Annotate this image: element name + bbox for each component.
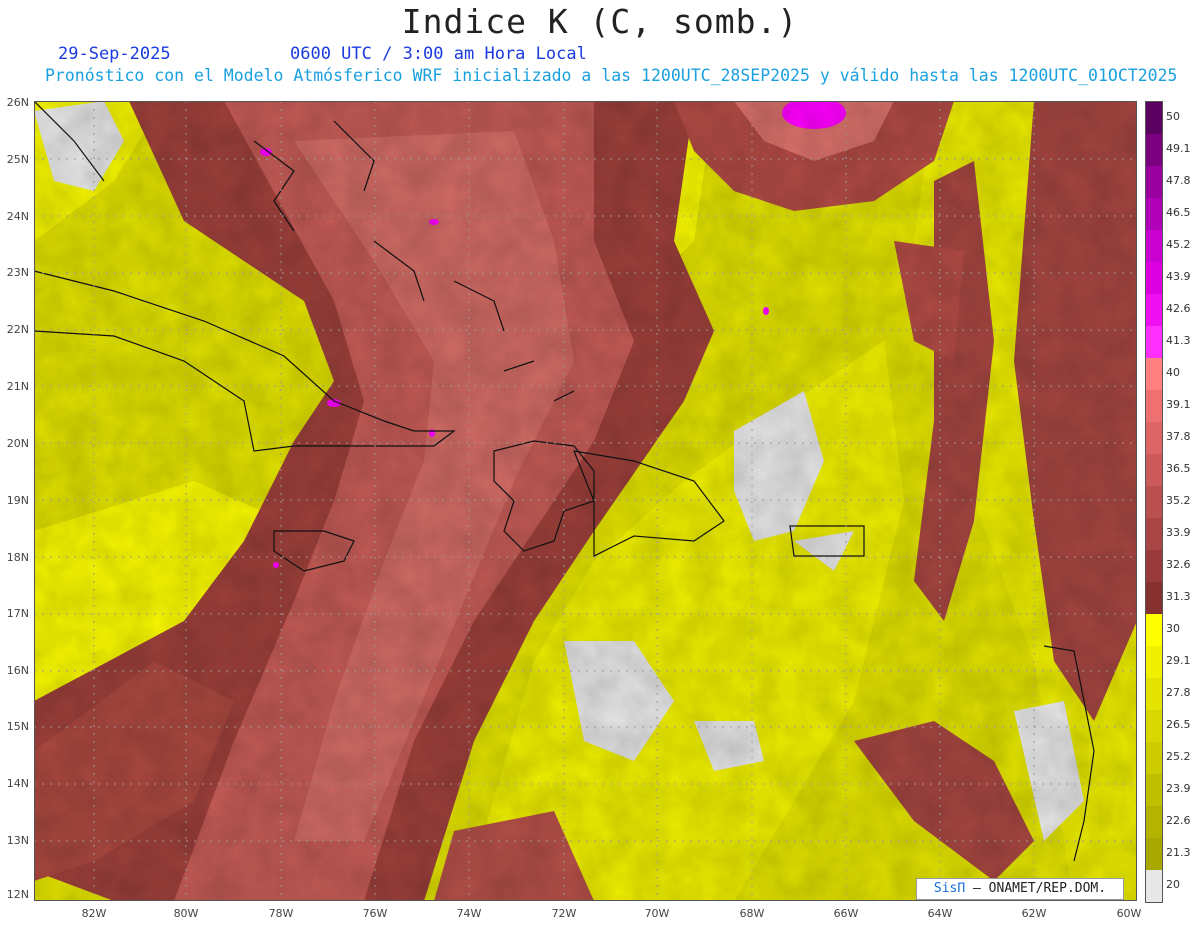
lat-label: 13N	[6, 834, 29, 847]
colorbar-swatch	[1146, 326, 1162, 358]
colorbar-swatch	[1146, 262, 1162, 294]
credit-text: – ONAMET/REP.DOM.	[973, 881, 1107, 896]
colorbar-swatch	[1146, 870, 1162, 902]
colorbar-label: 37.8	[1166, 430, 1191, 443]
colorbar-label: 30	[1166, 622, 1180, 635]
colorbar-label: 22.6	[1166, 814, 1191, 827]
lat-label: 23N	[6, 266, 29, 279]
colorbar-swatch	[1146, 390, 1162, 422]
colorbar-swatch	[1146, 806, 1162, 838]
lon-label: 72W	[551, 907, 577, 920]
colorbar-label: 23.9	[1166, 782, 1191, 795]
colorbar-label: 33.9	[1166, 526, 1191, 539]
colorbar-label: 47.8	[1166, 174, 1191, 187]
lon-label: 74W	[456, 907, 482, 920]
colorbar-swatch	[1146, 102, 1162, 134]
colorbar-swatch	[1146, 166, 1162, 198]
lat-label: 19N	[6, 494, 29, 507]
colorbar-label: 49.1	[1166, 142, 1191, 155]
credit-box: SisΠ – ONAMET/REP.DOM.	[916, 878, 1124, 900]
map-title: Indice K (C, somb.)	[401, 2, 799, 41]
colorbar-swatch	[1146, 486, 1162, 518]
colorbar-swatch	[1146, 582, 1162, 614]
colorbar-label: 20	[1166, 878, 1180, 891]
colorbar-swatch	[1146, 774, 1162, 806]
lat-label: 17N	[6, 607, 29, 620]
colorbar-swatch	[1146, 710, 1162, 742]
lon-label: 66W	[833, 907, 859, 920]
lon-label: 62W	[1021, 907, 1047, 920]
colorbar-swatch	[1146, 646, 1162, 678]
colorbar-label: 40	[1166, 366, 1180, 379]
lat-label: 18N	[6, 551, 29, 564]
lat-label: 25N	[6, 153, 29, 166]
colorbar-label: 41.3	[1166, 334, 1191, 347]
colorbar-label: 25.2	[1166, 750, 1191, 763]
colorbar-swatch	[1146, 678, 1162, 710]
lon-label: 76W	[362, 907, 388, 920]
lon-label: 68W	[739, 907, 765, 920]
lon-label: 70W	[644, 907, 670, 920]
colorbar-label: 42.6	[1166, 302, 1191, 315]
colorbar-swatch	[1146, 518, 1162, 550]
valid-time: 0600 UTC / 3:00 am Hora Local	[290, 44, 587, 64]
colorbar-swatch	[1146, 358, 1162, 390]
lat-label: 22N	[6, 323, 29, 336]
colorbar	[1145, 101, 1163, 903]
lon-label: 80W	[173, 907, 199, 920]
lon-label: 60W	[1116, 907, 1142, 920]
colorbar-swatch	[1146, 742, 1162, 774]
forecast-date: 29-Sep-2025	[58, 44, 171, 64]
lat-label: 16N	[6, 664, 29, 677]
colorbar-label: 39.1	[1166, 398, 1191, 411]
lat-label: 26N	[6, 96, 29, 109]
colorbar-label: 27.8	[1166, 686, 1191, 699]
colorbar-swatch	[1146, 614, 1162, 646]
colorbar-label: 36.5	[1166, 462, 1191, 475]
model-description: Pronóstico con el Modelo Atmósferico WRF…	[45, 66, 1178, 85]
colorbar-label: 29.1	[1166, 654, 1191, 667]
colorbar-label: 50	[1166, 110, 1180, 123]
colorbar-label: 26.5	[1166, 718, 1191, 731]
colorbar-swatch	[1146, 838, 1162, 870]
k-index-map	[34, 101, 1137, 901]
colorbar-label: 35.2	[1166, 494, 1191, 507]
colorbar-swatch	[1146, 230, 1162, 262]
texture-layer	[34, 101, 1137, 901]
colorbar-swatch	[1146, 294, 1162, 326]
lon-label: 64W	[927, 907, 953, 920]
colorbar-label: 32.6	[1166, 558, 1191, 571]
colorbar-swatch	[1146, 550, 1162, 582]
colorbar-swatch	[1146, 454, 1162, 486]
colorbar-label: 46.5	[1166, 206, 1191, 219]
colorbar-label: 45.2	[1166, 238, 1191, 251]
colorbar-swatch	[1146, 134, 1162, 166]
lat-label: 15N	[6, 720, 29, 733]
colorbar-swatch	[1146, 198, 1162, 230]
colorbar-label: 21.3	[1166, 846, 1191, 859]
colorbar-swatch	[1146, 422, 1162, 454]
lat-label: 20N	[6, 437, 29, 450]
lon-label: 78W	[268, 907, 294, 920]
lat-label: 24N	[6, 210, 29, 223]
credit-brand: SisΠ	[933, 881, 966, 896]
lat-label: 14N	[6, 777, 29, 790]
lat-label: 21N	[6, 380, 29, 393]
colorbar-label: 43.9	[1166, 270, 1191, 283]
lat-label: 12N	[6, 888, 29, 901]
colorbar-label: 31.3	[1166, 590, 1191, 603]
lon-label: 82W	[81, 907, 107, 920]
